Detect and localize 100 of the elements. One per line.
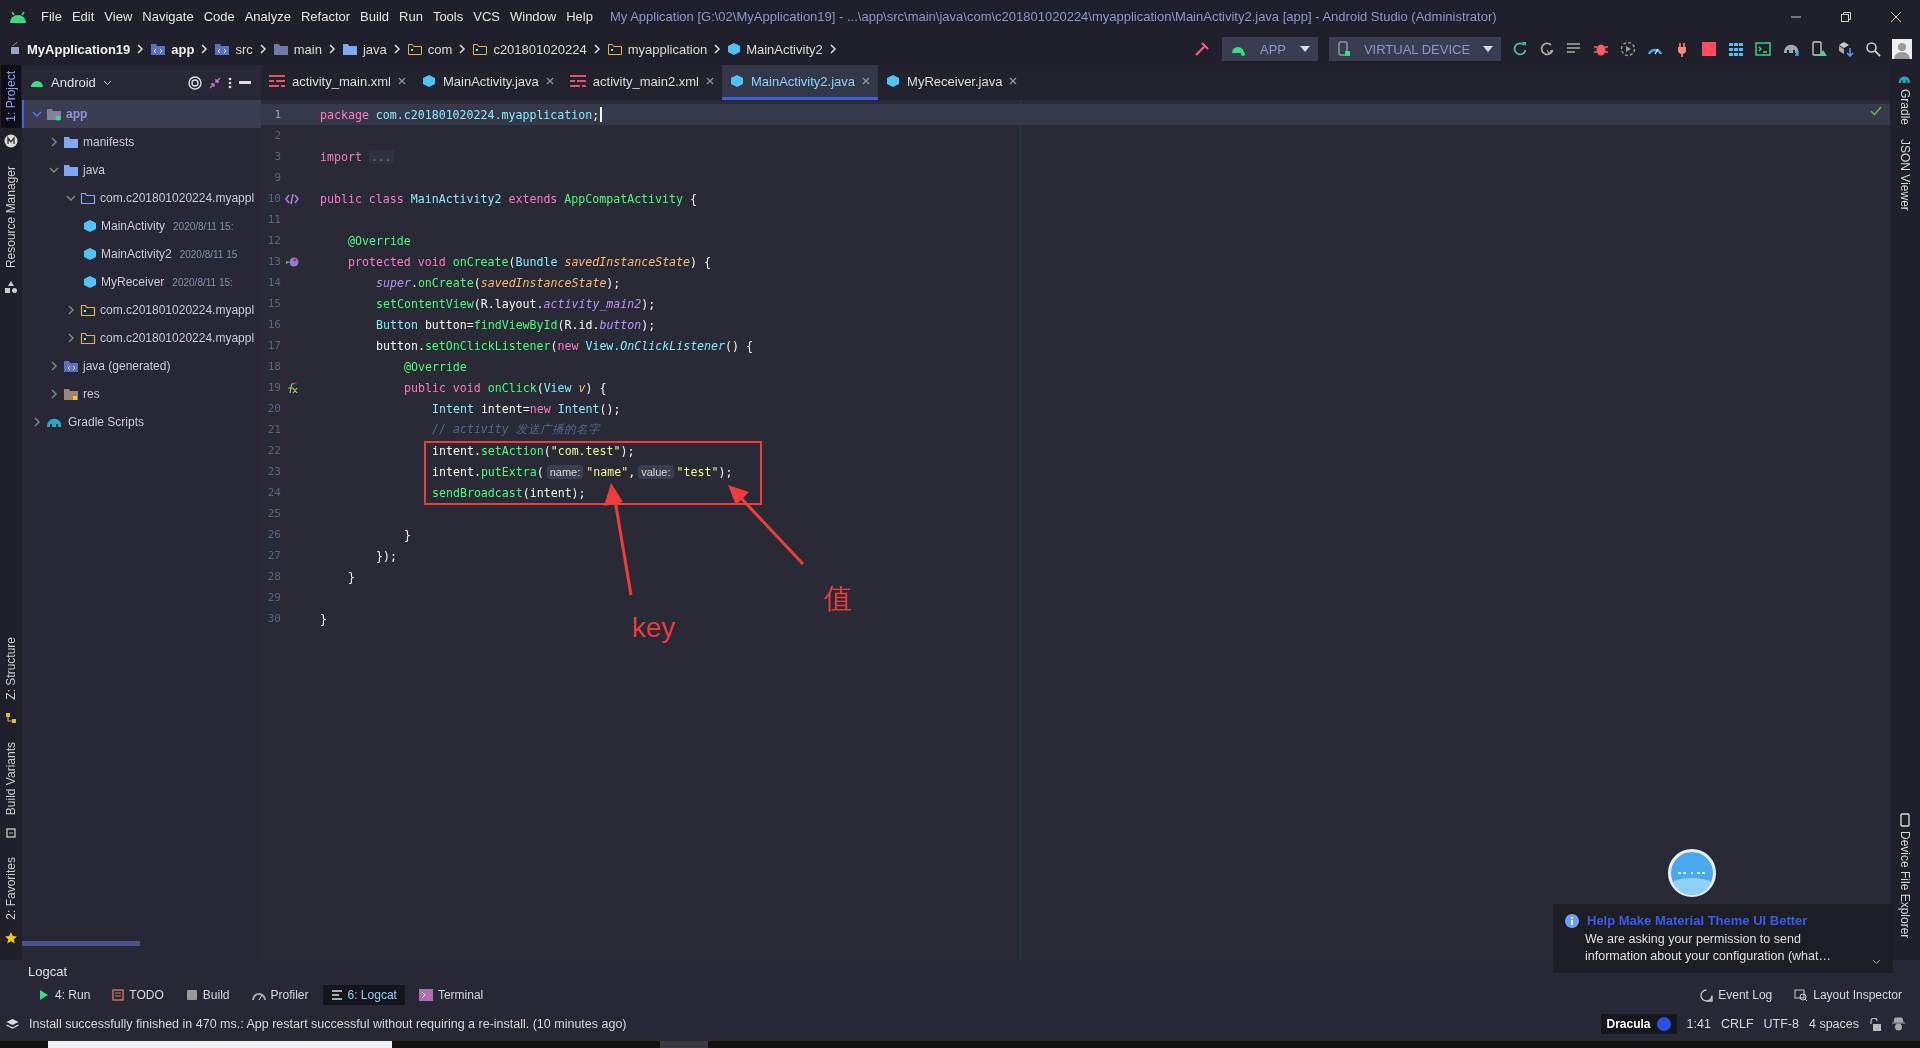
breadcrumb-item[interactable]: main [272, 41, 322, 57]
file-encoding[interactable]: UTF-8 [1763, 1017, 1799, 1031]
breadcrumb-item[interactable]: c201801020224 [472, 41, 587, 57]
close-tab-icon[interactable] [1009, 77, 1018, 85]
restore-icon[interactable] [1840, 10, 1852, 23]
profile-icon[interactable] [1620, 41, 1636, 57]
shapes-icon[interactable] [4, 279, 18, 294]
collapse-icon[interactable] [209, 76, 221, 89]
build-variants-icon[interactable] [5, 827, 17, 840]
tool-window-tab[interactable]: Resource Manager [1, 159, 21, 274]
tree-item[interactable]: java [22, 156, 261, 184]
tool-window-tab[interactable]: Z: Structure [1, 631, 21, 707]
breadcrumb-item[interactable]: MyApplication19 [8, 41, 131, 57]
override-marker-icon[interactable] [285, 255, 299, 268]
tool-tab[interactable]: Build [177, 985, 238, 1005]
editor-tab[interactable]: MainActivity2.java [722, 65, 879, 100]
view-selector[interactable]: Android [51, 75, 96, 90]
tool-window-tab[interactable]: Build Variants [1, 736, 21, 822]
device-manager-icon[interactable] [1811, 41, 1827, 57]
close-tab-icon[interactable] [862, 77, 871, 85]
tree-item[interactable]: com.c201801020224.myappl [22, 296, 261, 324]
menu-item[interactable]: Refactor [295, 9, 356, 24]
tree-item[interactable]: MainActivity2 2020/8/11 15 [22, 240, 261, 268]
round-widget-icon[interactable] [1668, 849, 1716, 897]
function-marker-icon[interactable] [285, 381, 299, 394]
menu-item[interactable]: Window [504, 9, 562, 24]
target-icon[interactable] [188, 75, 202, 90]
close-tab-icon[interactable] [706, 77, 714, 85]
breadcrumb-item[interactable]: MainActivity2 [727, 41, 823, 57]
expand-chevron-icon[interactable] [1872, 959, 1881, 965]
tree-item[interactable]: java (generated) [22, 352, 261, 380]
more-icon[interactable] [228, 76, 232, 89]
editor-tab[interactable]: activity_main.xml [261, 65, 414, 100]
tool-tab[interactable]: Event Log [1692, 985, 1781, 1005]
breadcrumb-item[interactable]: src [214, 41, 253, 57]
caret-icon[interactable] [102, 79, 112, 86]
tool-window-tab[interactable]: Device File Explorer [1898, 830, 1912, 938]
tool-window-tab[interactable]: Gradle [1898, 89, 1912, 126]
tool-tab[interactable]: TODO [104, 985, 172, 1005]
editor-tab[interactable]: activity_main2.xml [561, 65, 722, 100]
check-icon[interactable] [1870, 106, 1882, 116]
tree-item[interactable]: MainActivity 2020/8/11 15: [22, 212, 261, 240]
structure-icon[interactable] [5, 712, 17, 725]
menu-item[interactable]: File [36, 9, 67, 24]
menu-item[interactable]: VCS [468, 9, 505, 24]
rerun-icon[interactable] [1512, 41, 1528, 57]
box-download-icon[interactable] [1838, 41, 1854, 57]
code-tag-icon[interactable] [285, 192, 299, 205]
close-tab-icon[interactable] [397, 77, 406, 85]
breadcrumb-item[interactable]: app [150, 41, 195, 57]
close-tab-icon[interactable] [545, 77, 554, 85]
menu-item[interactable]: Build [355, 9, 394, 24]
hammer-icon[interactable] [1193, 40, 1211, 58]
tool-window-tab[interactable]: JSON Viewer [1898, 139, 1912, 211]
menu-item[interactable]: Code [198, 9, 240, 24]
tree-item[interactable]: res [22, 380, 261, 408]
terminal-icon[interactable] [1755, 41, 1771, 57]
menu-item[interactable]: Help [561, 9, 598, 24]
breadcrumb-item[interactable]: com [406, 41, 453, 57]
stop-icon[interactable] [1701, 41, 1717, 57]
tool-window-tab[interactable]: 1: Project [1, 65, 21, 128]
cursor-position[interactable]: 1:41 [1686, 1017, 1711, 1031]
tool-tab[interactable]: Terminal [410, 985, 492, 1005]
material-theme-icon[interactable] [4, 133, 18, 148]
unlocked-icon[interactable] [1869, 1017, 1881, 1031]
editor-tab[interactable]: MainActivity.java [413, 65, 562, 100]
tree-item[interactable]: com.c201801020224.myappl [22, 324, 261, 352]
menu-item[interactable]: Navigate [137, 9, 199, 24]
inspector-hat-icon[interactable] [1891, 1017, 1906, 1031]
tool-tab[interactable]: 6: Logcat [322, 985, 405, 1005]
indent-setting[interactable]: 4 spaces [1808, 1017, 1859, 1031]
breadcrumb-item[interactable]: java [341, 41, 387, 57]
search-icon[interactable] [1865, 41, 1881, 57]
device-dropdown[interactable]: VIRTUAL DEVICE [1329, 37, 1501, 61]
grid-icon[interactable] [1728, 41, 1744, 57]
theme-badge[interactable]: Dracula [1600, 1014, 1677, 1034]
tool-tab[interactable]: 4: Run [30, 985, 99, 1005]
menu-item[interactable]: Run [394, 9, 428, 24]
menu-item[interactable]: View [99, 9, 138, 24]
package-icon [80, 191, 96, 205]
tree-item[interactable]: manifests [22, 128, 261, 156]
tree-item[interactable]: com.c201801020224.myappl [22, 184, 261, 212]
close-icon[interactable] [1890, 10, 1902, 23]
breadcrumb-item[interactable]: myapplication [606, 41, 708, 57]
phone-icon[interactable] [1900, 812, 1910, 827]
tree-item[interactable]: app [22, 100, 261, 128]
line-separator[interactable]: CRLF [1720, 1017, 1754, 1031]
tool-window-tab[interactable]: 2: Favorites [1, 851, 21, 926]
menu-item[interactable]: Tools [427, 9, 469, 24]
scrollbar[interactable] [22, 941, 140, 946]
tree-item[interactable]: Gradle Scripts [22, 408, 261, 436]
star-icon[interactable] [5, 932, 17, 944]
apply-changes-icon[interactable] [1539, 41, 1555, 57]
editor-tab[interactable]: MyReceiver.java [878, 65, 1026, 100]
tree-item[interactable]: MyReceiver 2020/8/11 15: [22, 268, 261, 296]
run-config-dropdown[interactable]: APP [1222, 37, 1318, 61]
tool-tab[interactable]: Profiler [243, 985, 317, 1005]
menu-item[interactable]: Analyze [239, 9, 296, 24]
tool-tab[interactable]: Layout Inspector [1786, 985, 1910, 1005]
menu-item[interactable]: Edit [66, 9, 100, 24]
